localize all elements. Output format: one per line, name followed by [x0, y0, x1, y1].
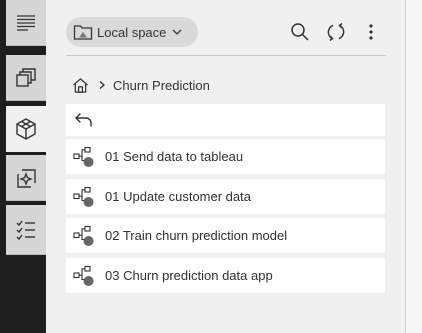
chevron-right-icon	[99, 81, 105, 89]
workflow-icon	[73, 265, 94, 286]
list-item[interactable]: 03 Churn prediction data app	[66, 258, 385, 293]
breadcrumb-current[interactable]: Churn Prediction	[113, 78, 210, 93]
back-row[interactable]	[66, 104, 385, 136]
rail-item-explorer[interactable]	[6, 106, 46, 152]
back-arrow-icon	[75, 113, 92, 127]
list-item[interactable]: 01 Update customer data	[66, 179, 385, 214]
rail-item-workflows[interactable]	[6, 55, 46, 101]
sparkle-square-icon	[17, 168, 36, 188]
stacked-windows-icon	[16, 67, 36, 87]
rail-item-list[interactable]	[6, 0, 46, 46]
space-selector-label: Local space	[97, 24, 167, 40]
list-lines-icon	[17, 14, 35, 31]
checklist-icon	[16, 220, 35, 240]
list-item-label: 03 Churn prediction data app	[105, 268, 273, 283]
space-selector[interactable]: Local space	[66, 17, 198, 47]
sync-icon	[327, 22, 345, 42]
vertical-scrollbar[interactable]	[406, 0, 422, 333]
list-item-label: 02 Train churn prediction model	[105, 228, 288, 243]
chevron-down-icon	[172, 29, 182, 35]
list-item-label: 01 Update customer data	[105, 189, 251, 204]
rail-item-tasks[interactable]	[6, 205, 46, 255]
rail-item-ai[interactable]	[6, 155, 46, 201]
folder-icon	[73, 25, 93, 40]
breadcrumb: Churn Prediction	[72, 76, 210, 94]
workflow-icon	[73, 186, 94, 207]
list-item[interactable]: 01 Send data to tableau	[66, 139, 385, 174]
cube-icon	[16, 118, 36, 140]
left-rail	[0, 0, 46, 333]
list-item[interactable]: 02 Train churn prediction model	[66, 218, 385, 253]
more-vertical-icon	[369, 24, 373, 40]
home-icon[interactable]	[72, 77, 89, 94]
list-item-label: 01 Send data to tableau	[105, 149, 244, 164]
search-icon	[291, 23, 309, 41]
search-button[interactable]	[289, 21, 311, 43]
workflow-icon	[73, 225, 94, 246]
workflow-icon	[73, 146, 94, 167]
more-button[interactable]	[360, 21, 382, 43]
sync-button[interactable]	[325, 21, 347, 43]
toolbar-divider	[66, 55, 386, 56]
